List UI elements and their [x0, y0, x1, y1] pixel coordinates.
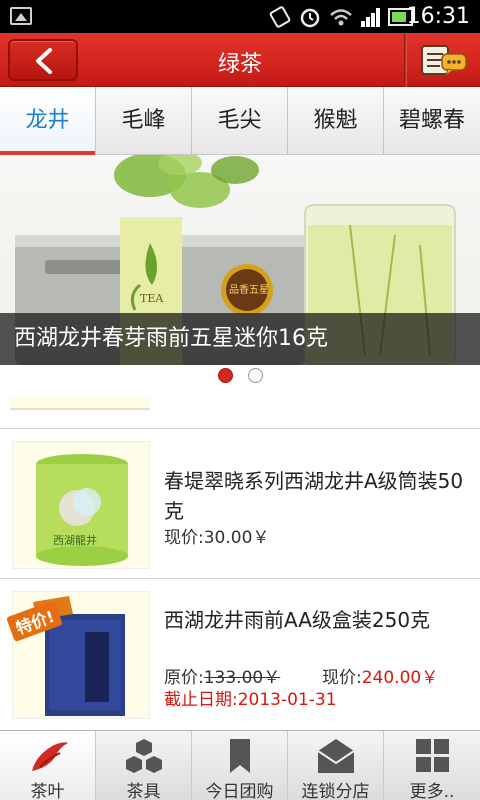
product-title: 西湖龙井雨前AA级盒装250克 [164, 608, 431, 632]
status-bar: 16:31 [0, 0, 480, 33]
tab-maofeng[interactable]: 毛峰 [96, 87, 192, 154]
banner-badge-label: 品香五星 [229, 284, 269, 296]
app-screen: 16:31 绿茶 龙井 毛峰 毛尖 猴魁 碧螺春 TEA 品香五星 西湖龙井春芽… [0, 0, 480, 800]
category-tabs: 龙井 毛峰 毛尖 猴魁 碧螺春 [0, 87, 480, 155]
page-title: 绿茶 [217, 52, 262, 77]
wifi-icon [330, 9, 352, 26]
nav-more-label: 更多.. [409, 782, 455, 800]
tab-houkui[interactable]: 猴魁 [288, 87, 384, 154]
tab-longjing[interactable]: 龙井 [0, 87, 96, 155]
product-thumb-text: 西湖龍井 [53, 533, 97, 547]
banner-slider[interactable]: TEA 品香五星 西湖龙井春芽雨前五星迷你16克 [0, 155, 480, 365]
app-header: 绿茶 [0, 33, 480, 87]
nav-tea-label: 茶叶 [30, 782, 65, 800]
previous-item-fragment [10, 380, 150, 414]
product-thumbnail: 特价! [6, 591, 150, 719]
menu-button[interactable] [416, 42, 472, 78]
deadline-text: 截止日期:2013-01-31 [164, 690, 337, 710]
nav-stores-label: 连锁分店 [301, 782, 370, 800]
rotate-lock-icon [269, 6, 291, 28]
nav-stores[interactable]: 连锁分店 [288, 731, 384, 800]
product-thumbnail: 西湖龍井 [12, 441, 150, 569]
banner-caption: 西湖龙井春芽雨前五星迷你16克 [0, 313, 480, 365]
tab-maojian[interactable]: 毛尖 [192, 87, 288, 154]
tab-biluochun[interactable]: 碧螺春 [384, 87, 480, 154]
bottom-navigation: 茶叶 茶具 今日团购 连锁分店 更多.. [0, 730, 480, 800]
nav-group-buy[interactable]: 今日团购 [192, 731, 288, 800]
status-time: 16:31 [406, 4, 470, 29]
back-arrow-icon [36, 48, 52, 74]
back-button[interactable] [8, 39, 78, 81]
product-title: 春堤翠晓系列西湖龙井A级筒装50克 [164, 469, 464, 523]
nav-more[interactable]: 更多.. [384, 731, 480, 800]
header-divider [404, 33, 407, 87]
banner-tea-label: TEA [140, 292, 164, 305]
slider-dot[interactable] [248, 368, 263, 383]
product-item[interactable]: 西湖龍井 春堤翠晓系列西湖龙井A级筒装50克 现价:30.00￥ [0, 428, 480, 578]
current-price-line: 现价:240.00￥ [322, 663, 438, 688]
alarm-icon [300, 8, 320, 28]
list-chat-icon [421, 45, 467, 77]
nav-group-buy-label: 今日团购 [205, 782, 274, 800]
nav-tea[interactable]: 茶叶 [0, 731, 96, 800]
product-current-price: 现价:30.00￥ [164, 528, 270, 548]
gallery-notification-icon [10, 7, 32, 25]
product-item[interactable]: 特价! 西湖龙井雨前AA级盒装250克 原价:133.00￥ 现价:240.00… [0, 578, 480, 730]
hexagons-icon [126, 739, 162, 773]
nav-teaware-label: 茶具 [126, 782, 161, 800]
bookmark-icon [230, 739, 250, 773]
bird-logo-icon [32, 742, 68, 771]
envelope-icon [317, 739, 355, 773]
slider-dot-active[interactable] [218, 368, 233, 383]
current-price: 240.00￥ [361, 668, 439, 688]
grid-icon [416, 739, 449, 772]
nav-teaware[interactable]: 茶具 [96, 731, 192, 800]
signal-icon [361, 8, 380, 27]
